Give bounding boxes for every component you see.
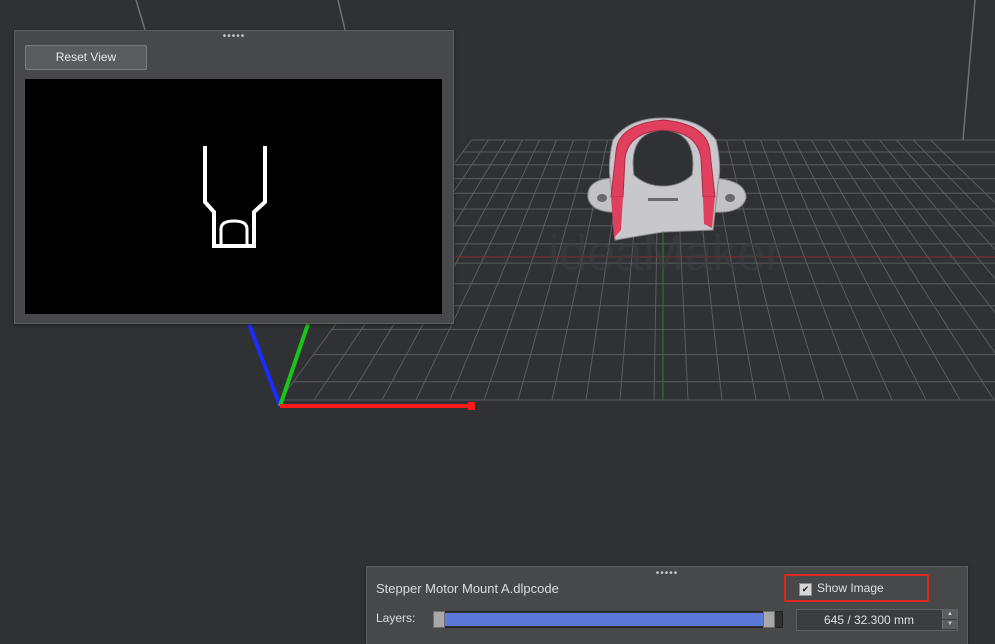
model-bore <box>633 130 693 186</box>
slider-fill <box>442 613 763 626</box>
layer-value[interactable]: 645 / 32.300 mm <box>797 613 941 627</box>
file-name-label: Stepper Motor Mount A.dlpcode <box>376 581 559 596</box>
layer-range-slider[interactable] <box>433 611 783 628</box>
ideamaker-watermark: ideaMaker <box>548 225 781 281</box>
panel-drag-handle[interactable]: ••••• <box>656 570 679 578</box>
slider-handle-low[interactable] <box>433 611 445 628</box>
panel-drag-handle[interactable]: ••••• <box>223 33 246 41</box>
layers-label: Layers: <box>376 611 415 625</box>
spin-up-icon[interactable]: ▲ <box>942 610 957 619</box>
spin-down-icon[interactable]: ▼ <box>942 620 957 629</box>
slice-preview-panel: ••••• Reset View <box>14 30 454 324</box>
show-image-label[interactable]: Show Image <box>817 581 884 595</box>
slider-handle-high[interactable] <box>763 611 775 628</box>
slice-outline <box>205 146 265 246</box>
reset-view-button[interactable]: Reset View <box>25 45 147 70</box>
layer-spinbox[interactable]: 645 / 32.300 mm ▲ ▼ <box>796 609 958 631</box>
slice-inner-outline <box>221 221 247 245</box>
show-image-highlight: ✔ Show Image <box>784 574 929 602</box>
show-image-checkbox[interactable]: ✔ <box>799 583 812 596</box>
layer-panel: ••••• Stepper Motor Mount A.dlpcode ✔ Sh… <box>366 566 968 644</box>
slice-image-canvas <box>25 79 442 314</box>
